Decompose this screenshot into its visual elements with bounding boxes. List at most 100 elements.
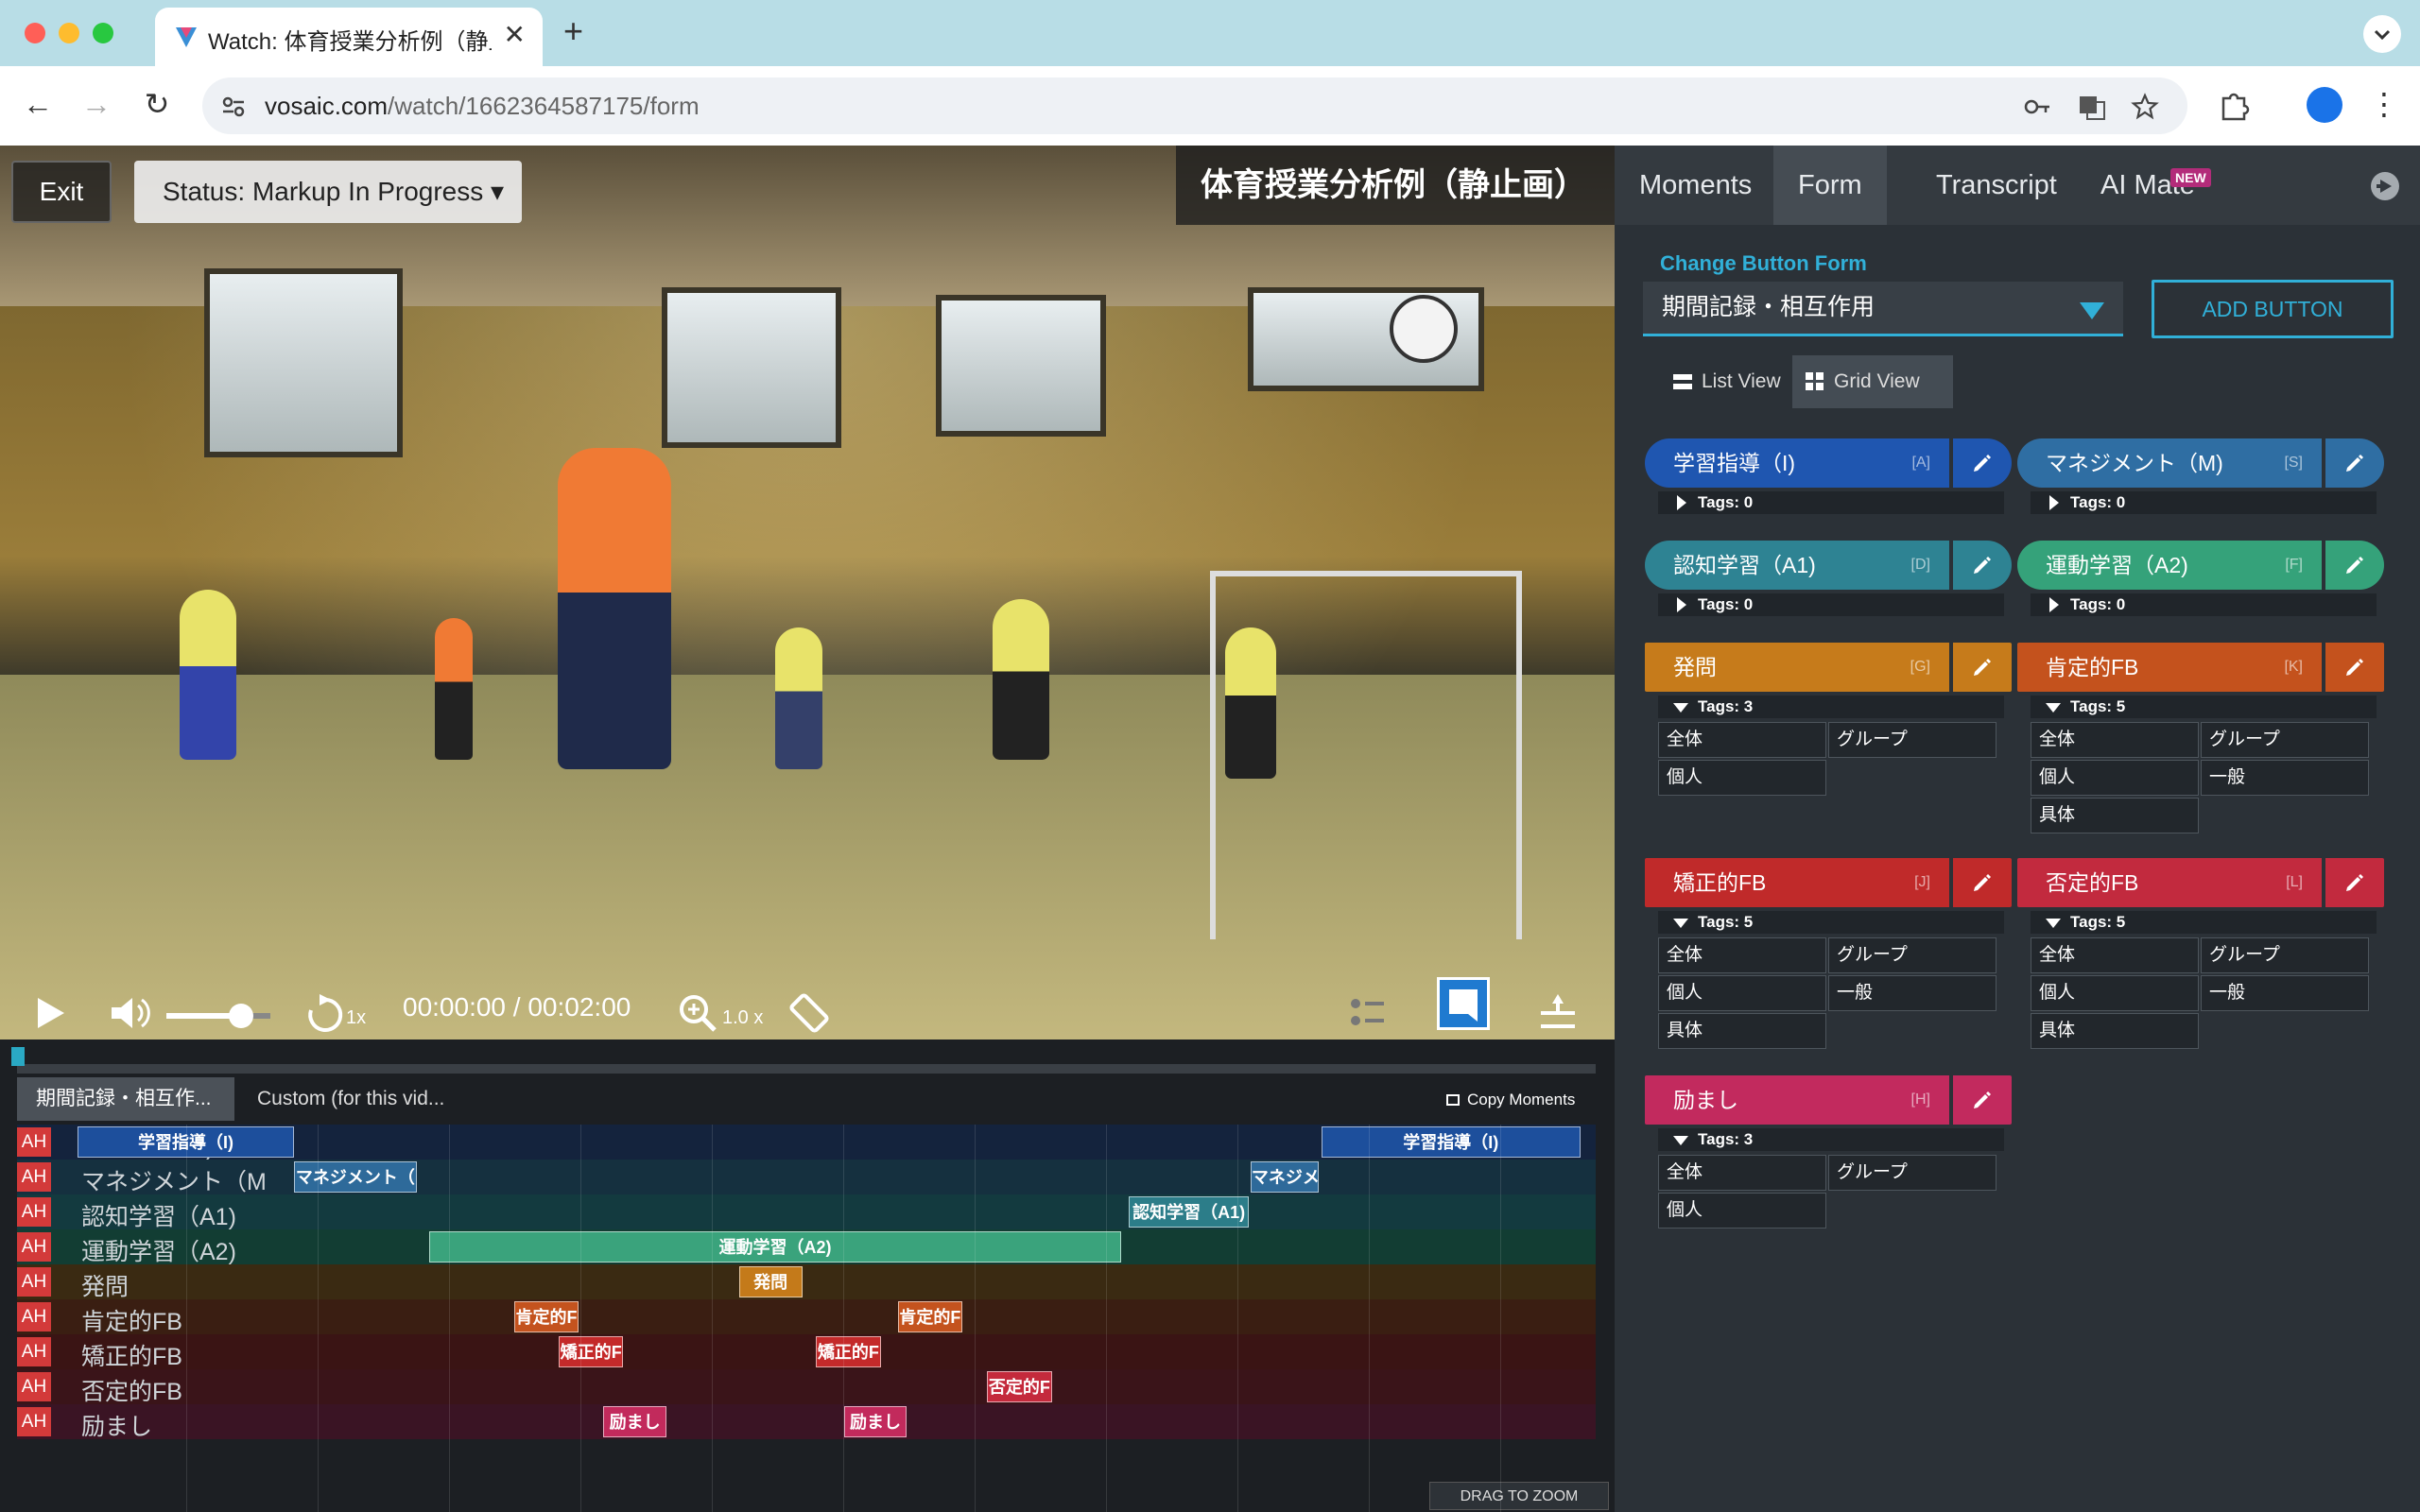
volume-slider-knob[interactable] [229,1004,254,1028]
tab-form[interactable]: Form [1773,146,1887,225]
edit-button[interactable] [1953,643,2012,692]
tag-chip[interactable]: グループ [1828,722,1996,758]
tags-toggle[interactable]: Tags: 3 [1658,696,2004,718]
reload-icon[interactable]: ↻ [138,85,176,123]
tag-chip[interactable]: 具体 [2031,1013,2199,1049]
ah-badge[interactable]: AH [17,1127,51,1157]
tab-transcript[interactable]: Transcript [1911,146,2082,225]
tag-chip[interactable]: 具体 [2031,798,2199,833]
edit-button[interactable] [1953,438,2012,488]
tab-close-icon[interactable]: ✕ [504,19,526,50]
ah-badge[interactable]: AH [17,1162,51,1192]
forward-arrow-icon[interactable]: → [78,85,115,123]
timeline-row[interactable]: AH 矯正的FB 矯正的F 矯正的F [17,1334,1596,1370]
tag-chip[interactable]: グループ [1828,937,1996,973]
timeline-scrubber[interactable] [17,1064,1596,1074]
ah-badge[interactable]: AH [17,1232,51,1262]
site-settings-icon[interactable] [219,93,248,121]
browser-tab-active[interactable]: Watch: 体育授業分析例（静止画） ✕ [155,8,543,66]
edit-button[interactable] [2325,438,2384,488]
playhead[interactable] [11,1047,25,1066]
tag-chip[interactable]: 具体 [1658,1013,1826,1049]
list-view-toggle[interactable]: List View [1660,355,1792,408]
drag-to-zoom-button[interactable]: DRAG TO ZOOM [1429,1482,1609,1510]
timeline-moment[interactable]: 運動学習（A2) [429,1231,1121,1263]
exit-button[interactable]: Exit [11,161,112,223]
timeline-moment[interactable]: 矯正的F [559,1336,624,1367]
edit-button[interactable] [2325,541,2384,590]
form-button[interactable]: 認知学習（A1) [D] [1645,541,1949,590]
tag-chip[interactable]: 全体 [1658,722,1826,758]
edit-button[interactable] [2325,643,2384,692]
add-button[interactable]: ADD BUTTON [2152,280,2394,338]
ah-badge[interactable]: AH [17,1267,51,1297]
edit-button[interactable] [1953,1075,2012,1125]
timeline-row[interactable]: AH学習指導（I)学習指導（I)学習指導（I) [17,1125,1596,1160]
tag-chip[interactable]: グループ [2201,722,2369,758]
timeline-moment[interactable]: マネジメ [1250,1161,1319,1193]
status-dropdown[interactable]: Status: Markup In Progress ▾ [134,161,522,223]
tag-chip[interactable]: 個人 [2031,760,2199,796]
tag-chip[interactable]: 一般 [1828,975,1996,1011]
tab-moments[interactable]: Moments [1615,146,1776,225]
tag-chip[interactable]: 個人 [2031,975,2199,1011]
edit-button[interactable] [1953,858,2012,907]
ah-badge[interactable]: AH [17,1197,51,1227]
tab-search-button[interactable] [2363,15,2401,53]
ah-badge[interactable]: AH [17,1337,51,1366]
volume-icon[interactable] [110,994,151,1032]
timeline-moment[interactable]: 発問 [738,1266,803,1297]
minimize-window-icon[interactable] [59,23,79,43]
tag-chip[interactable]: 全体 [1658,1155,1826,1191]
timeline-moment[interactable]: 励まし [603,1406,667,1437]
timeline-moment[interactable]: 矯正的F [816,1336,881,1367]
zoom-icon[interactable] [677,992,718,1034]
close-window-icon[interactable] [25,23,45,43]
tags-toggle[interactable]: Tags: 5 [1658,911,2004,934]
bookmark-star-icon[interactable] [2131,93,2159,121]
tags-toggle[interactable]: Tags: 0 [2031,593,2377,616]
form-button[interactable]: 発問 [G] [1645,643,1949,692]
list-toggle-icon[interactable] [1348,994,1386,1032]
ah-badge[interactable]: AH [17,1407,51,1436]
timeline-row[interactable]: AH 認知学習（A1) 認知学習（A1) [17,1194,1596,1230]
timeline-tab-custom[interactable]: Custom (for this vid... [238,1077,456,1121]
copy-moments-button[interactable]: Copy Moments [1446,1091,1575,1109]
tag-chip[interactable]: 一般 [2201,760,2369,796]
timeline-row[interactable]: AH 肯定的FB 肯定的F 肯定的F [17,1299,1596,1335]
form-button[interactable]: 肯定的FB [K] [2017,643,2322,692]
tags-toggle[interactable]: Tags: 5 [2031,911,2377,934]
edit-button[interactable] [2325,858,2384,907]
back-arrow-icon[interactable]: ← [19,85,57,123]
tags-toggle[interactable]: Tags: 0 [1658,491,2004,514]
form-button[interactable]: 学習指導（I) [A] [1645,438,1949,488]
timeline-tab-form[interactable]: 期間記録・相互作... [17,1077,234,1121]
timeline-row[interactable]: AH 発問 発問 [17,1264,1596,1300]
collapse-panel-icon[interactable] [2369,170,2401,202]
browser-menu-icon[interactable]: ⋮ [2365,85,2403,123]
timeline-moment[interactable]: 認知学習（A1) [1129,1196,1250,1228]
tag-chip[interactable]: 全体 [2031,937,2199,973]
tag-chip[interactable]: グループ [2201,937,2369,973]
tags-toggle[interactable]: Tags: 5 [2031,696,2377,718]
comment-toggle-button[interactable] [1437,977,1490,1030]
timeline-moment[interactable]: 肯定的F [513,1301,579,1332]
timeline-row[interactable]: AH 否定的FB 否定的F [17,1369,1596,1405]
extensions-puzzle-icon[interactable] [2218,89,2250,121]
form-button[interactable]: 否定的FB [L] [2017,858,2322,907]
timeline-moment[interactable]: 肯定的F [897,1301,963,1332]
timeline-moment[interactable]: マネジメント（ [293,1161,418,1193]
timeline-row[interactable]: AH マネジメント（M マネジメント（ マネジメ [17,1160,1596,1195]
new-tab-icon[interactable]: + [563,11,583,51]
tags-toggle[interactable]: Tags: 0 [1658,593,2004,616]
translate-icon[interactable] [2078,93,2106,121]
tag-chip[interactable]: 個人 [1658,975,1826,1011]
edit-button[interactable] [1953,541,2012,590]
replay-speed-icon[interactable] [306,992,344,1034]
form-button[interactable]: 運動学習（A2) [F] [2017,541,2322,590]
timeline-layout-icon[interactable] [1539,992,1577,1034]
form-button[interactable]: 励まし [H] [1645,1075,1949,1125]
timeline-row[interactable]: AH 励まし 励まし 励まし [17,1404,1596,1440]
tag-chip[interactable]: グループ [1828,1155,1996,1191]
profile-avatar[interactable] [2307,87,2342,123]
